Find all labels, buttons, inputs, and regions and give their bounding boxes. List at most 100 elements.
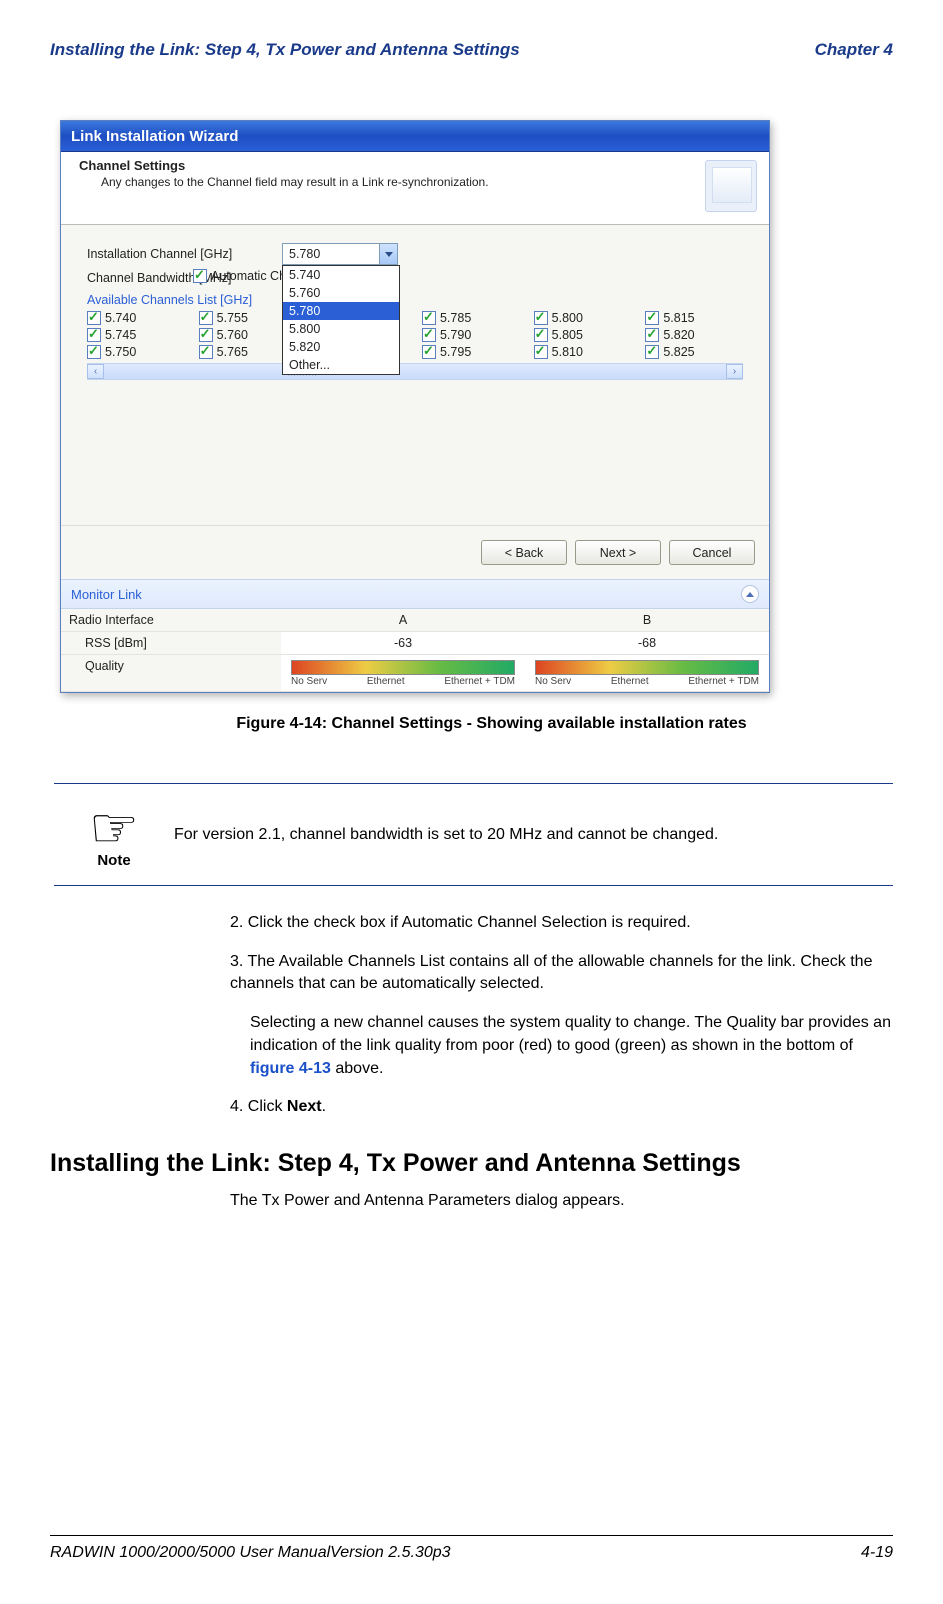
channel-label: 5.755: [217, 311, 248, 325]
page-footer: RADWIN 1000/2000/5000 User ManualVersion…: [50, 1535, 893, 1562]
install-channel-dropdown[interactable]: 5.780 5.7405.7605.7805.8005.820Other...: [282, 243, 398, 265]
channel-checkbox[interactable]: [199, 328, 213, 342]
wizard-window: Link Installation Wizard Channel Setting…: [60, 120, 770, 693]
step-4-post: .: [322, 1098, 326, 1115]
channel-cell: 5.800: [534, 311, 632, 325]
channel-label: 5.800: [552, 311, 583, 325]
section-body: The Tx Power and Antenna Parameters dial…: [230, 1192, 893, 1210]
channel-cell: 5.745: [87, 328, 185, 342]
scroll-right-icon[interactable]: ›: [726, 364, 743, 379]
channel-cell: 5.795: [422, 345, 520, 359]
header-right: Chapter 4: [815, 40, 893, 60]
channel-checkbox[interactable]: [645, 311, 659, 325]
quality-label: Quality: [61, 655, 281, 692]
install-channel-value: 5.780: [289, 247, 320, 261]
note-text: For version 2.1, channel bandwidth is se…: [174, 824, 893, 846]
note-label: Note: [54, 852, 174, 869]
channel-cell: 5.790: [422, 328, 520, 342]
step-4-bold: Next: [287, 1098, 322, 1115]
wizard-buttons: < Back Next > Cancel: [61, 525, 769, 579]
wizard-header-title: Channel Settings: [79, 158, 705, 173]
channel-label: 5.815: [663, 311, 694, 325]
step-3a: 3. The Available Channels List contains …: [230, 951, 893, 996]
note-block: ☞ Note For version 2.1, channel bandwidt…: [54, 783, 893, 886]
monitor-table: Radio Interface A B RSS [dBm] -63 -68 Qu…: [61, 609, 769, 692]
q-mid: Ethernet: [367, 676, 405, 687]
quality-scale-b: No Serv Ethernet Ethernet + TDM: [535, 676, 759, 687]
wizard-body: Installation Channel [GHz] 5.780 5.7405.…: [61, 225, 769, 525]
title-bar: Link Installation Wizard: [61, 121, 769, 152]
q-right: Ethernet + TDM: [444, 676, 515, 687]
channel-checkbox[interactable]: [422, 345, 436, 359]
channel-cell: 5.750: [87, 345, 185, 359]
next-button[interactable]: Next >: [575, 540, 661, 565]
install-channel-options[interactable]: 5.7405.7605.7805.8005.820Other...: [282, 265, 400, 375]
channel-cell: 5.810: [534, 345, 632, 359]
wizard-header-subtitle: Any changes to the Channel field may res…: [101, 175, 705, 189]
monitor-link-title: Monitor Link: [71, 587, 142, 602]
channel-label: 5.760: [217, 328, 248, 342]
auto-channel-row: Automatic Channel Selection: [193, 269, 743, 283]
step-3b: Selecting a new channel causes the syste…: [250, 1012, 893, 1080]
q-left: No Serv: [291, 676, 327, 687]
hand-point-icon: ☞: [54, 800, 174, 856]
channel-cell: 5.815: [645, 311, 743, 325]
channel-checkbox[interactable]: [534, 311, 548, 325]
step-3b-pre: Selecting a new channel causes the syste…: [250, 1014, 891, 1054]
channel-cell: 5.820: [645, 328, 743, 342]
quality-bar-a: [291, 660, 515, 675]
quality-bar-b: [535, 660, 759, 675]
auto-channel-checkbox[interactable]: [193, 269, 207, 283]
monitor-header-radio: Radio Interface: [61, 609, 281, 632]
figure-ref-link[interactable]: figure 4-13: [250, 1060, 331, 1077]
rss-value-b: -68: [525, 632, 769, 655]
channel-cell: 5.805: [534, 328, 632, 342]
channel-checkbox[interactable]: [534, 345, 548, 359]
dropdown-option[interactable]: 5.800: [283, 320, 399, 338]
channel-label: 5.795: [440, 345, 471, 359]
title-bar-text: Link Installation Wizard: [71, 128, 238, 145]
figure-caption: Figure 4-14: Channel Settings - Showing …: [110, 715, 873, 733]
channel-checkbox[interactable]: [534, 328, 548, 342]
channel-checkbox[interactable]: [645, 345, 659, 359]
channel-checkbox[interactable]: [422, 311, 436, 325]
monitor-header-a: A: [281, 609, 525, 632]
dropdown-option[interactable]: 5.820: [283, 338, 399, 356]
channels-scrollbar[interactable]: ‹ ›: [87, 363, 743, 380]
step-4: 4. Click Next.: [230, 1096, 893, 1119]
channel-label: 5.740: [105, 311, 136, 325]
channel-label: 5.820: [663, 328, 694, 342]
channel-label: 5.785: [440, 311, 471, 325]
wizard-header-text: Channel Settings Any changes to the Chan…: [79, 158, 705, 212]
channel-checkbox[interactable]: [645, 328, 659, 342]
note-icon-column: ☞ Note: [54, 800, 174, 869]
step-3b-post: above.: [331, 1060, 383, 1077]
channel-checkbox[interactable]: [87, 345, 101, 359]
footer-right: 4-19: [861, 1544, 893, 1562]
channel-checkbox[interactable]: [87, 328, 101, 342]
channel-checkbox[interactable]: [87, 311, 101, 325]
rss-label: RSS [dBm]: [61, 632, 281, 655]
dropdown-option[interactable]: 5.740: [283, 266, 399, 284]
collapse-icon[interactable]: [741, 585, 759, 603]
steps: 2. Click the check box if Automatic Chan…: [230, 912, 893, 1119]
dropdown-option[interactable]: 5.780: [283, 302, 399, 320]
back-button[interactable]: < Back: [481, 540, 567, 565]
chevron-down-icon[interactable]: [379, 244, 397, 264]
channel-checkbox[interactable]: [199, 311, 213, 325]
q-right: Ethernet + TDM: [688, 676, 759, 687]
channel-checkbox[interactable]: [422, 328, 436, 342]
scroll-left-icon[interactable]: ‹: [87, 364, 104, 379]
step-2: 2. Click the check box if Automatic Chan…: [230, 912, 893, 935]
channel-checkbox[interactable]: [199, 345, 213, 359]
monitor-link-bar[interactable]: Monitor Link: [61, 579, 769, 609]
dropdown-option[interactable]: Other...: [283, 356, 399, 374]
channel-label: 5.810: [552, 345, 583, 359]
channel-label: 5.765: [217, 345, 248, 359]
cancel-button[interactable]: Cancel: [669, 540, 755, 565]
install-channel-row: Installation Channel [GHz] 5.780 5.7405.…: [87, 243, 743, 265]
quality-scale-a: No Serv Ethernet Ethernet + TDM: [291, 676, 515, 687]
channel-cell: 5.740: [87, 311, 185, 325]
channel-label: 5.825: [663, 345, 694, 359]
dropdown-option[interactable]: 5.760: [283, 284, 399, 302]
